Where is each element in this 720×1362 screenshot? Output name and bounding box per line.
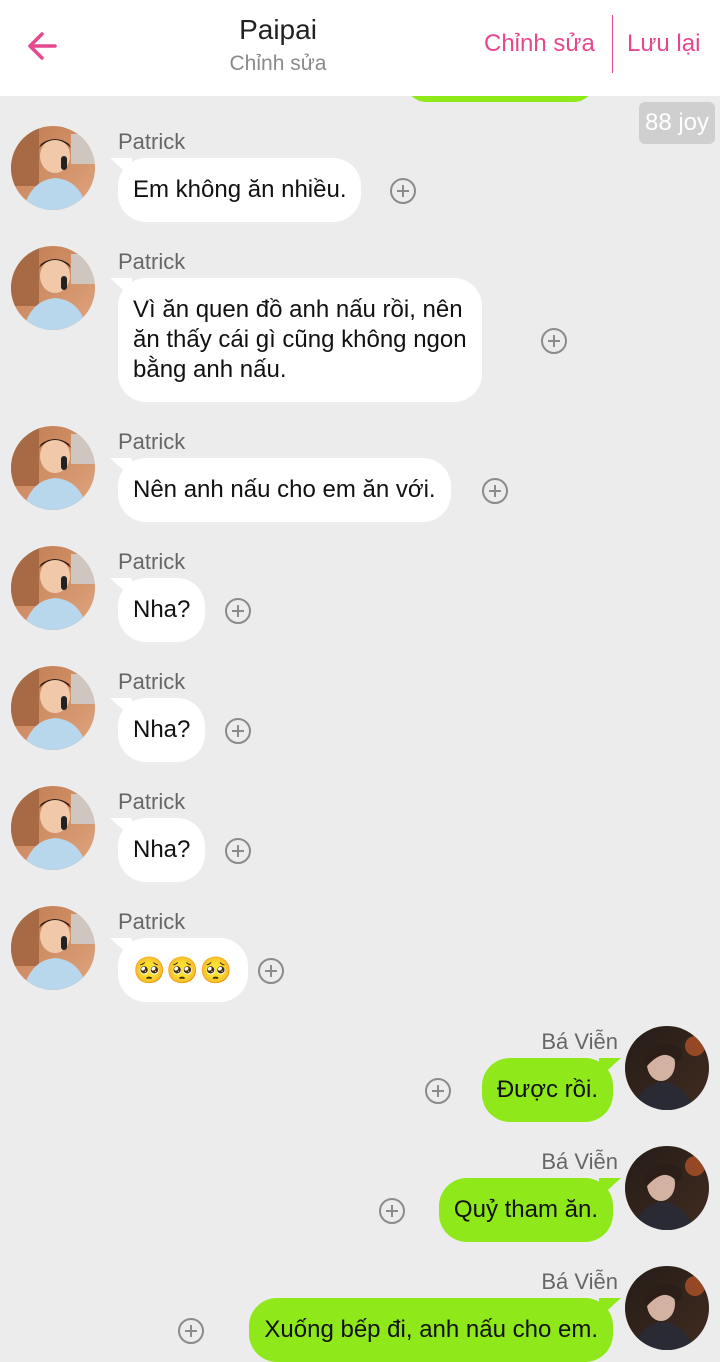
sender-name: Bá Viễn [541,1269,618,1294]
avatar-patrick[interactable] [11,426,95,510]
avatar-ba-vien[interactable] [625,1266,709,1350]
message-line: ăn thấy cái gì cũng không ngon [133,326,467,353]
message-line: Vì ăn quen đồ anh nấu rồi, nên [133,296,463,323]
message-bubble[interactable]: Em không ăn nhiều. [118,158,362,222]
avatar-patrick[interactable] [11,126,95,210]
plus-circle-icon[interactable] [178,1318,204,1344]
message-bubble[interactable]: Nên anh nấu cho em ăn với. [118,458,451,522]
message-bubble[interactable]: Xuống bếp đi, anh nấu cho em. [249,1298,613,1362]
plus-circle-icon[interactable] [482,478,508,504]
arrow-left-icon [28,32,57,60]
avatar-patrick[interactable] [11,666,95,750]
message-bubble[interactable]: 🥺🥺🥺 [118,938,249,1002]
message-line: bằng anh nấu. [133,356,287,383]
sender-name: Patrick [118,909,186,934]
page-subtitle: Chỉnh sửa [229,52,327,75]
plus-circle-icon[interactable] [225,598,251,624]
sender-name: Patrick [118,249,186,274]
plus-circle-icon[interactable] [225,718,251,744]
sender-name: Patrick [118,789,186,814]
title-block: Paipai Chỉnh sửa [178,12,378,78]
header-divider [612,15,613,73]
plus-circle-icon[interactable] [225,838,251,864]
plus-circle-icon[interactable] [541,328,567,354]
avatar-ba-vien[interactable] [625,1146,709,1230]
back-button[interactable] [20,24,64,68]
sender-name: Patrick [118,549,186,574]
sender-name: Bá Viễn [541,1149,618,1174]
app-header: Paipai Chỉnh sửa Chỉnh sửa Lưu lại [0,0,720,96]
message-bubble[interactable]: Nha? [118,578,206,642]
message-bubble[interactable]: Được rồi. [481,1058,613,1122]
message-bubble[interactable]: Vì ăn quen đồ anh nấu rồi, nên ăn thấy c… [118,278,482,402]
plus-circle-icon[interactable] [425,1078,451,1104]
avatar-ba-vien[interactable] [625,1026,709,1110]
sender-name: Patrick [118,669,186,694]
message-bubble[interactable]: Quỷ tham ăn. [438,1178,613,1242]
avatar-patrick[interactable] [11,906,95,990]
sender-name: Patrick [118,429,186,454]
joy-badge: 88 joy [639,102,715,144]
plus-circle-icon[interactable] [258,958,284,984]
page-title: Paipai [239,14,317,45]
plus-circle-icon[interactable] [379,1198,405,1224]
save-button[interactable]: Lưu lại [627,24,700,64]
message-bubble[interactable]: Nha? [118,818,206,882]
avatar-patrick[interactable] [11,246,95,330]
avatar-patrick[interactable] [11,786,95,870]
sender-name: Bá Viễn [541,1029,618,1054]
plus-circle-icon[interactable] [390,178,416,204]
sender-name: Patrick [118,129,186,154]
edit-button[interactable]: Chỉnh sửa [484,24,595,64]
message-bubble[interactable]: Nha? [118,698,206,762]
avatar-patrick[interactable] [11,546,95,630]
